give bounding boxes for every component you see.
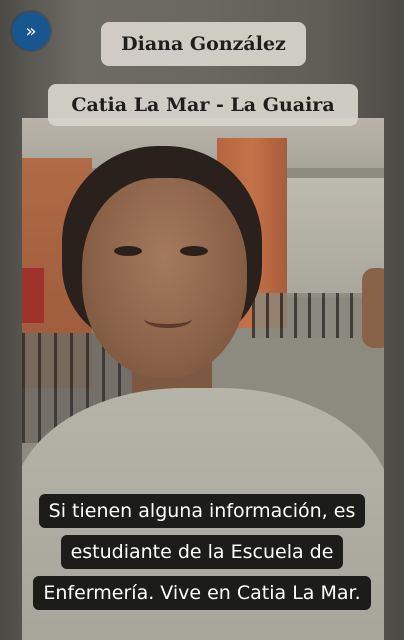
photo-red-panel — [22, 268, 44, 323]
photo-mouth — [144, 310, 192, 328]
photo-arm — [362, 268, 384, 348]
double-chevron-right-icon: » — [25, 20, 37, 42]
caption-line-3: Enfermería. Vive en Catia La Mar. — [33, 576, 371, 610]
caption-row: estudiante de la Escuela de — [0, 535, 404, 576]
caption-line-1: Si tienen alguna información, es — [38, 494, 366, 528]
photo-eye-left — [114, 246, 142, 256]
caption-line-2: estudiante de la Escuela de — [60, 535, 344, 569]
person-name-label: Diana González — [101, 22, 306, 66]
photo-eye-right — [180, 246, 208, 256]
caption-block: Si tienen alguna información, es estudia… — [0, 494, 404, 617]
story-screen: » Diana González Catia La Mar - La Guair… — [0, 0, 404, 640]
photo-face — [82, 178, 247, 378]
location-label: Catia La Mar - La Guaira — [48, 84, 358, 126]
caption-row: Si tienen alguna información, es — [0, 494, 404, 535]
forward-button[interactable]: » — [12, 12, 50, 50]
caption-row: Enfermería. Vive en Catia La Mar. — [0, 576, 404, 617]
